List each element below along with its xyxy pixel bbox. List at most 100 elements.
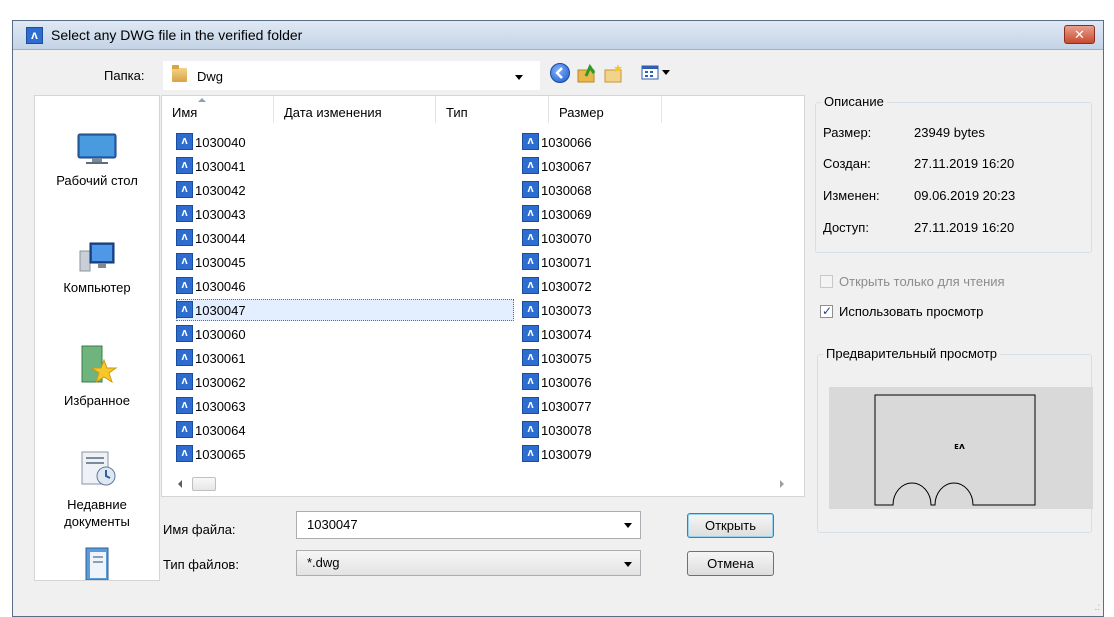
file-item[interactable]: ᴧ 1030070 [522,227,592,249]
file-item[interactable]: ᴧ 1030065 [176,443,246,465]
file-item[interactable]: ᴧ 1030072 [522,275,592,297]
file-name: 1030067 [541,159,592,175]
file-item[interactable]: ᴧ 1030075 [522,347,592,369]
file-item[interactable]: ᴧ 1030062 [176,371,246,393]
folder-dropdown[interactable]: Dwg [162,60,541,91]
file-name: 1030064 [195,423,246,439]
file-name: 1030071 [541,255,592,271]
dwg-file-icon: ᴧ [522,373,539,391]
column-header-type[interactable]: Тип [436,96,549,123]
column-header-date[interactable]: Дата изменения [274,96,436,123]
file-name: 1030068 [541,183,592,199]
file-item[interactable]: ᴧ 1030073 [522,299,592,321]
horizontal-scrollbar[interactable] [162,472,804,496]
column-header-size[interactable]: Размер [549,96,662,123]
view-menu-icon[interactable] [641,64,673,82]
file-name: 1030042 [195,183,246,199]
file-item[interactable]: ᴧ 1030042 [176,179,246,201]
dwg-file-icon: ᴧ [522,133,539,151]
place-favorites[interactable]: Избранное [35,344,159,409]
file-item[interactable]: ᴧ 1030061 [176,347,246,369]
file-name: 1030061 [195,351,246,367]
description-title: Описание [821,94,887,109]
filetype-dropdown[interactable]: *.dwg [296,550,641,576]
close-button[interactable]: ✕ [1064,25,1095,44]
filename-label: Имя файла: [163,522,236,537]
file-name: 1030077 [541,399,592,415]
file-item[interactable]: ᴧ 1030046 [176,275,246,297]
file-item[interactable]: ᴧ 1030064 [176,419,246,441]
scroll-right-icon[interactable] [778,479,786,489]
folder-label: Папка: [104,68,145,83]
column-label: Размер [559,105,604,120]
file-item[interactable]: ᴧ 1030067 [522,155,592,177]
open-button[interactable]: Открыть [687,513,774,538]
file-name: 1030079 [541,447,592,463]
file-item[interactable]: ᴧ 1030043 [176,203,246,225]
file-item[interactable]: ᴧ 1030076 [522,371,592,393]
dwg-file-icon: ᴧ [522,421,539,439]
use-preview-checkbox[interactable]: ✓ [820,304,833,318]
size-value: 23949 bytes [914,125,985,140]
title-bar[interactable]: ᴧ Select any DWG file in the verified fo… [13,21,1103,50]
documents-icon [76,546,118,581]
dwg-file-icon: ᴧ [522,277,539,295]
file-name: 1030075 [541,351,592,367]
read-only-checkbox[interactable] [820,275,833,288]
modified-value: 09.06.2019 20:23 [914,188,1016,203]
drawing-stamp: ᴇᴧ [954,442,965,452]
file-item[interactable]: ᴧ 1030060 [176,323,246,345]
chevron-down-icon[interactable] [624,523,632,528]
dwg-file-icon: ᴧ [176,253,193,271]
dwg-file-icon: ᴧ [522,397,539,415]
file-item[interactable]: ᴧ 1030066 [522,131,592,153]
place-desktop[interactable]: Рабочий стол [35,132,159,189]
back-icon[interactable] [550,63,570,83]
scroll-left-icon[interactable] [176,479,184,489]
dwg-file-icon: ᴧ [176,277,193,295]
filename-value: 1030047 [307,517,358,532]
file-item[interactable]: ᴧ 1030071 [522,251,592,273]
dwg-file-icon: ᴧ [522,301,539,319]
file-list[interactable]: Имя Дата изменения Тип Размер ᴧ 1030040 ᴧ 1… [161,95,805,497]
resize-grip-icon[interactable]: .: [1094,602,1100,613]
scrollbar-thumb[interactable] [192,477,216,491]
place-documents[interactable] [35,546,159,586]
filename-field[interactable]: 1030047 [296,511,641,539]
file-name: 1030076 [541,375,592,391]
file-name: 1030047 [195,303,246,319]
dwg-file-icon: ᴧ [176,445,193,463]
column-label: Дата изменения [284,105,382,120]
file-item[interactable]: ᴧ 1030063 [176,395,246,417]
dwg-file-icon: ᴧ [176,373,193,391]
dwg-file-icon: ᴧ [522,325,539,343]
file-item[interactable]: ᴧ 1030068 [522,179,592,201]
file-item[interactable]: ᴧ 1030041 [176,155,246,177]
file-item[interactable]: ᴧ 1030045 [176,251,246,273]
file-name: 1030072 [541,279,592,295]
dwg-file-icon: ᴧ [176,349,193,367]
file-name: 1030069 [541,207,592,223]
chevron-down-icon [515,75,523,80]
place-recent-documents[interactable]: Недавние документы [35,448,159,530]
up-folder-icon[interactable] [576,62,598,84]
cancel-button[interactable]: Отмена [687,551,774,576]
file-item[interactable]: ᴧ 1030077 [522,395,592,417]
file-item[interactable]: ᴧ 1030044 [176,227,246,249]
file-item[interactable]: ᴧ 1030069 [522,203,592,225]
drawing-thumbnail: ᴇᴧ [874,394,1036,506]
new-folder-icon[interactable] [603,62,625,84]
file-name: 1030066 [541,135,592,151]
place-computer[interactable]: Компьютер [35,239,159,296]
column-label: Имя [172,105,198,120]
created-value: 27.11.2019 16:20 [914,156,1015,171]
file-item[interactable]: ᴧ 1030040 [176,131,246,153]
dwg-file-icon: ᴧ [176,181,193,199]
autocad-app-icon: ᴧ [26,27,43,44]
column-header-name[interactable]: Имя [162,96,274,123]
file-item[interactable]: ᴧ 1030074 [522,323,592,345]
chevron-down-icon [624,562,632,567]
file-item[interactable]: ᴧ 1030079 [522,443,592,465]
file-item[interactable]: ᴧ 1030078 [522,419,592,441]
file-item[interactable]: ᴧ 1030047 [176,299,514,321]
